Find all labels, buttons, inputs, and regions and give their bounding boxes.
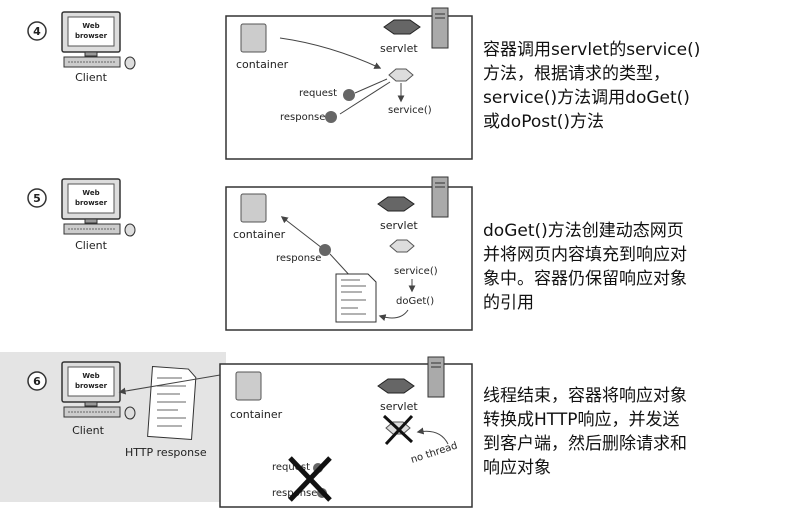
servlet-label: servlet xyxy=(380,400,418,413)
server-icon xyxy=(427,356,445,398)
step-number: 4 xyxy=(33,25,41,38)
method-label: service() xyxy=(388,105,432,116)
step-6: 6 Web browser Client HTTP response conta… xyxy=(0,340,797,515)
svg-text:Web: Web xyxy=(82,189,99,197)
client-computer-icon: Web browser xyxy=(61,178,136,237)
container-label: container xyxy=(233,228,286,241)
step-number-badge: 6 xyxy=(27,371,47,391)
response-page-icon xyxy=(335,273,377,323)
servlet-label: servlet xyxy=(380,219,418,232)
method-label: service() xyxy=(394,266,438,277)
step-number: 6 xyxy=(33,375,41,388)
client-label: Client xyxy=(75,239,108,252)
http-response-document-icon xyxy=(147,366,197,440)
svg-text:Web: Web xyxy=(82,372,99,380)
method2-label: doGet() xyxy=(396,296,434,307)
server-icon xyxy=(431,176,449,218)
servlet-label: servlet xyxy=(380,42,418,55)
client-label: Client xyxy=(75,71,108,84)
request-label: request xyxy=(299,88,337,99)
step-number-badge: 5 xyxy=(27,188,47,208)
container-icon xyxy=(240,23,267,53)
container-icon xyxy=(240,193,267,223)
svg-text:browser: browser xyxy=(75,199,108,207)
step-6-description: 线程结束，容器将响应对象 转换成HTTP响应，并发送 到客户端，然后删除请求和 … xyxy=(483,386,687,478)
step-4: 4 Web browser Client container servlet r… xyxy=(0,0,797,170)
step-4-description: 容器调用servlet的service() 方法，根据请求的类型， servic… xyxy=(483,40,701,132)
step-number: 5 xyxy=(33,192,41,205)
client-computer-icon: Web browser xyxy=(61,11,136,70)
server-icon xyxy=(431,7,449,49)
step-number-badge: 4 xyxy=(27,21,47,41)
step-5: 5 Web browser Client container servlet r… xyxy=(0,170,797,340)
container-label: container xyxy=(230,408,283,421)
response-label: response xyxy=(280,112,325,123)
svg-text:browser: browser xyxy=(75,382,108,390)
request-object-icon xyxy=(343,89,355,101)
svg-text:Web: Web xyxy=(82,22,99,30)
container-icon xyxy=(235,371,262,401)
container-label: container xyxy=(236,58,289,71)
step-5-description: doGet()方法创建动态网页 并将网页内容填充到响应对 象中。容器仍保留响应对… xyxy=(483,221,687,313)
http-response-label: HTTP response xyxy=(125,446,207,459)
svg-text:browser: browser xyxy=(75,32,108,40)
client-label: Client xyxy=(72,424,105,437)
response-object-icon xyxy=(325,111,337,123)
response-label: response xyxy=(276,253,321,264)
